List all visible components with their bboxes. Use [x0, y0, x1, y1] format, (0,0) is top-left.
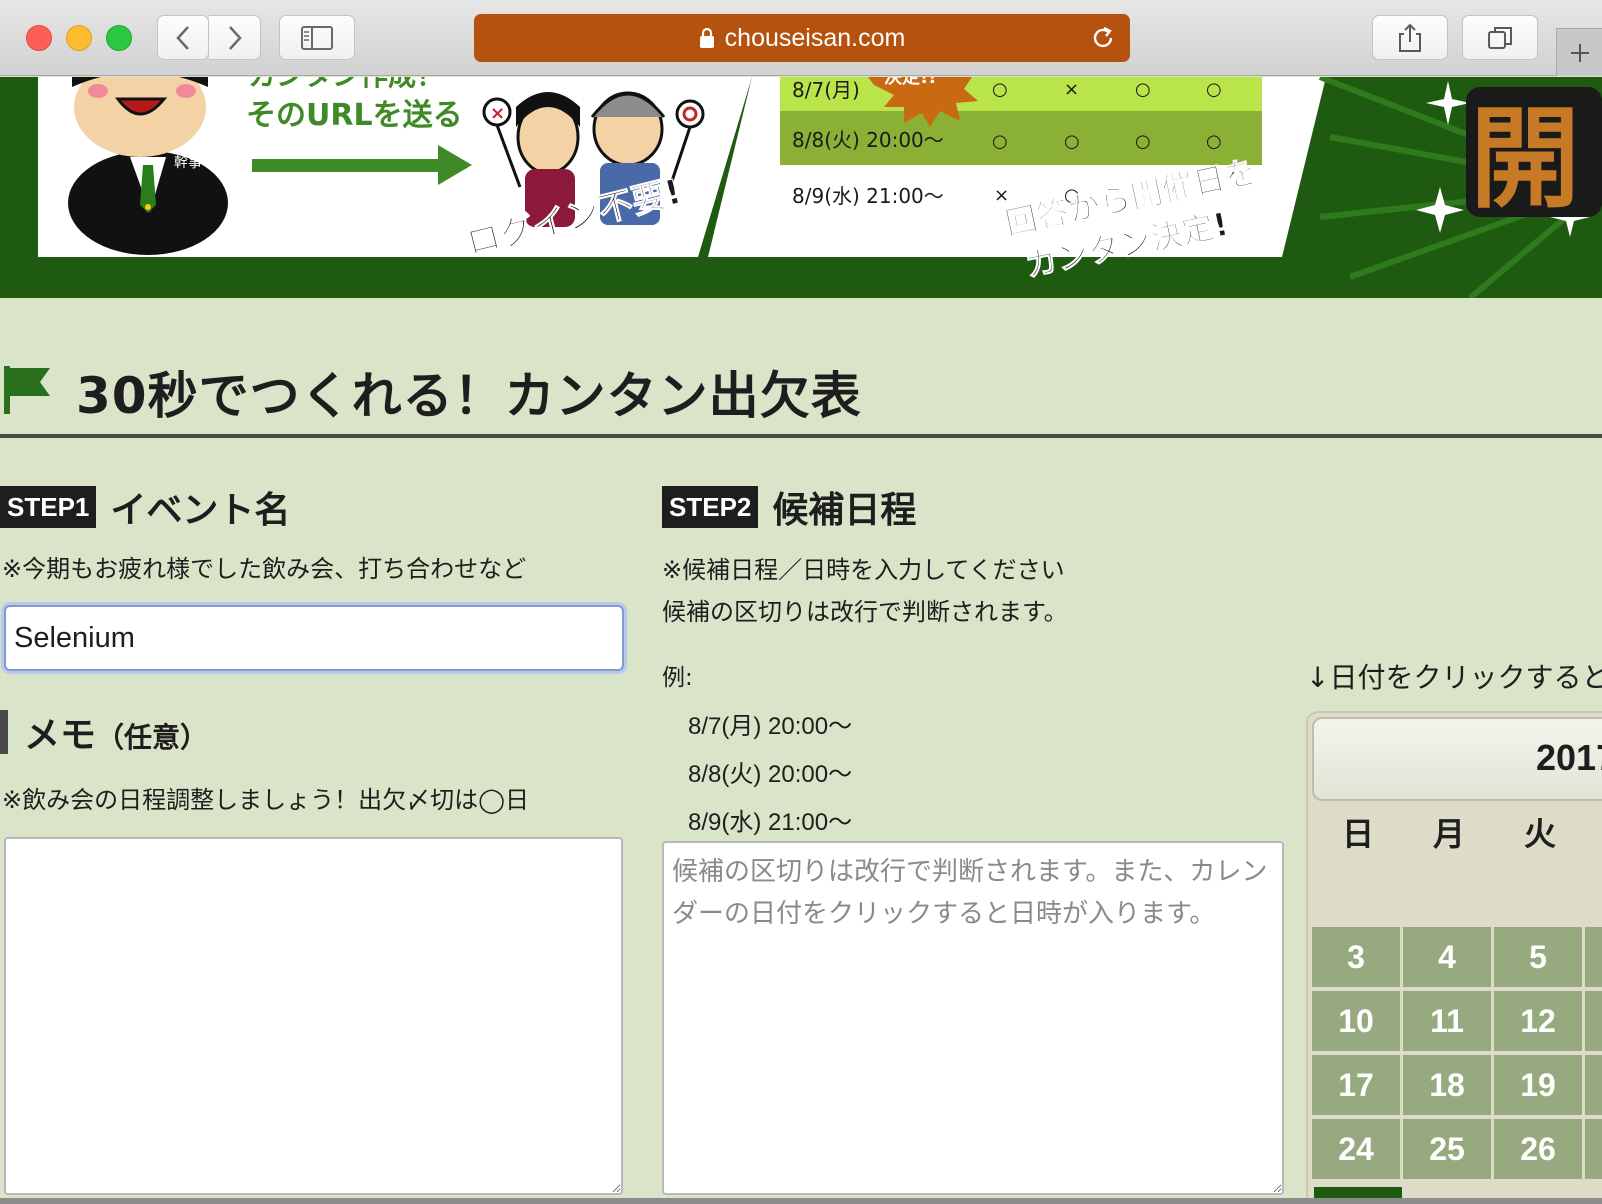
step2-badge: STEP2 — [662, 486, 759, 528]
flag-icon — [4, 366, 50, 414]
memo-textarea[interactable] — [4, 837, 623, 1195]
tabs-icon — [1488, 26, 1512, 49]
event-name-note: ※今期もお疲れ様でした飲み会、打ち合わせなど — [2, 555, 527, 583]
candidate-note-line-2: 候補の区切りは改行で判断されます。 — [662, 598, 1068, 626]
back-button[interactable] — [157, 15, 209, 60]
weekday-sun: 日 — [1341, 815, 1374, 853]
plus-icon — [1570, 43, 1589, 62]
calendar: 2017 日 月 火 3 4 5 10 11 12 17 18 19 24 25… — [1306, 711, 1602, 1204]
calendar-day[interactable]: 17 — [1312, 1055, 1400, 1115]
calendar-day[interactable]: 26 — [1494, 1119, 1582, 1179]
calendar-day-partial[interactable] — [1585, 927, 1602, 987]
calendar-month-year: 2017 — [1536, 737, 1602, 778]
lock-icon — [699, 27, 715, 49]
svg-text:×: × — [994, 185, 1009, 206]
calendar-day[interactable]: 3 — [1312, 927, 1400, 987]
window-bottom-edge — [0, 1198, 1602, 1204]
browser-toolbar: chouseisan.com — [0, 0, 1602, 76]
sidebar-button[interactable] — [279, 15, 355, 60]
reload-icon[interactable] — [1090, 24, 1116, 59]
sidebar-icon — [301, 25, 333, 50]
address-bar[interactable]: chouseisan.com — [474, 14, 1130, 62]
share-icon — [1399, 23, 1421, 52]
svg-text:○: ○ — [1064, 131, 1080, 152]
step1-heading: STEP1 イベント名 — [0, 481, 290, 533]
svg-text:幹事: 幹事 — [174, 154, 202, 171]
svg-text:○: ○ — [992, 79, 1008, 100]
hero-banner: 開 幹事 カンタン作成！ そのURLを送る × — [0, 77, 1602, 298]
forward-button[interactable] — [209, 15, 261, 60]
banner-table-date-1: 8/7(月) — [792, 78, 860, 102]
weekday-mon: 月 — [1432, 815, 1465, 853]
calendar-day[interactable]: 19 — [1494, 1055, 1582, 1115]
weekday-tue: 火 — [1523, 815, 1556, 853]
candidate-note-line-1: ※候補日程／日時を入力してください — [662, 556, 1065, 584]
banner-table-date-2: 8/8(火) 20:00〜 — [792, 128, 944, 152]
example-line-1: 8/7(月) 20:00〜 — [688, 713, 853, 740]
calendar-day[interactable]: 24 — [1312, 1119, 1400, 1179]
calendar-day[interactable]: 5 — [1494, 927, 1582, 987]
chevron-right-icon — [228, 25, 242, 50]
memo-note: ※飲み会の日程調整しましょう！出欠〆切は◯日 — [2, 786, 529, 814]
svg-text:○: ○ — [1206, 79, 1222, 100]
close-window-button[interactable] — [26, 25, 52, 51]
share-button[interactable] — [1372, 15, 1448, 60]
event-name-input[interactable]: Selenium — [4, 605, 624, 671]
svg-text:○: ○ — [1135, 79, 1151, 100]
memo-optional-label: （任意） — [96, 721, 209, 754]
page-title-section: 30秒でつくれる！カンタン出欠表 — [0, 356, 1602, 438]
page-title: 30秒でつくれる！カンタン出欠表 — [76, 367, 862, 425]
step2-heading: STEP2 候補日程 — [662, 481, 916, 533]
calendar-header: 2017 — [1312, 717, 1602, 801]
svg-text:○: ○ — [992, 131, 1008, 152]
memo-heading: メモ（任意） — [0, 710, 209, 756]
step1-badge: STEP1 — [0, 486, 97, 528]
calendar-day[interactable]: 25 — [1403, 1119, 1491, 1179]
calendar-day[interactable]: 10 — [1312, 991, 1400, 1051]
svg-text:○: ○ — [1206, 131, 1222, 152]
calendar-day[interactable]: 4 — [1403, 927, 1491, 987]
calendar-day[interactable]: 12 — [1494, 991, 1582, 1051]
calendar-day-partial[interactable] — [1585, 991, 1602, 1051]
step1-title: イベント名 — [110, 490, 291, 531]
banner-table-date-3: 8/9(水) 21:00〜 — [792, 184, 944, 208]
memo-heading-bar — [0, 710, 8, 754]
example-line-3: 8/9(水) 21:00〜 — [688, 809, 853, 836]
zoom-window-button[interactable] — [106, 25, 132, 51]
step2-title: 候補日程 — [772, 490, 917, 531]
memo-title: メモ — [24, 715, 97, 756]
example-label: 例: — [662, 665, 693, 691]
calendar-day-partial[interactable] — [1585, 1119, 1602, 1179]
example-line-2: 8/8(火) 20:00〜 — [688, 761, 853, 788]
svg-text:○: ○ — [1135, 131, 1151, 152]
calendar-day[interactable]: 18 — [1403, 1055, 1491, 1115]
banner-create-text: カンタン作成！ — [248, 77, 444, 92]
banner-send-url-text: そのURLを送る — [246, 98, 463, 133]
minimize-window-button[interactable] — [66, 25, 92, 51]
calendar-hint: ↓日付をクリックすると — [1306, 661, 1602, 694]
new-tab-button[interactable] — [1556, 28, 1602, 76]
svg-text:×: × — [1064, 79, 1079, 100]
banner-kaisai-kanji: 開 — [1470, 95, 1580, 223]
svg-text:決定!!: 決定!! — [884, 77, 936, 88]
candidate-dates-textarea[interactable] — [662, 841, 1284, 1195]
svg-text:×: × — [490, 103, 505, 124]
calendar-day[interactable]: 11 — [1403, 991, 1491, 1051]
chevron-left-icon — [176, 25, 189, 50]
organizer-character-illustration: 幹事 — [68, 77, 228, 255]
tabs-overview-button[interactable] — [1462, 15, 1538, 60]
calendar-day-partial[interactable] — [1585, 1055, 1602, 1115]
address-bar-url: chouseisan.com — [724, 23, 906, 52]
